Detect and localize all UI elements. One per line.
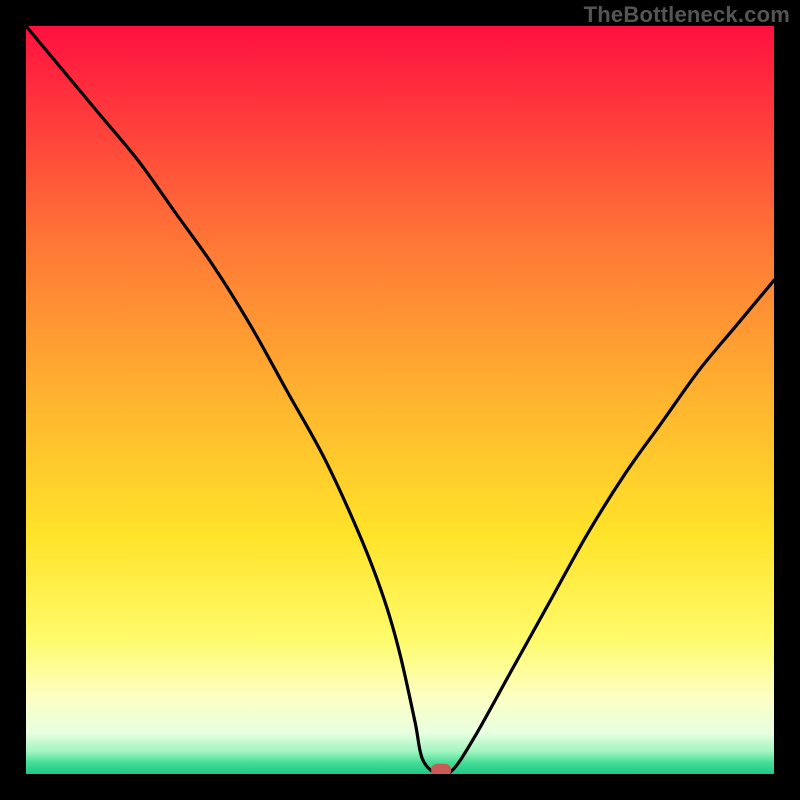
gradient-background [26,26,774,774]
bottleneck-chart [26,26,774,774]
attribution-label: TheBottleneck.com [584,2,790,28]
optimal-marker [431,764,451,774]
chart-frame: TheBottleneck.com [0,0,800,800]
plot-area [26,26,774,774]
